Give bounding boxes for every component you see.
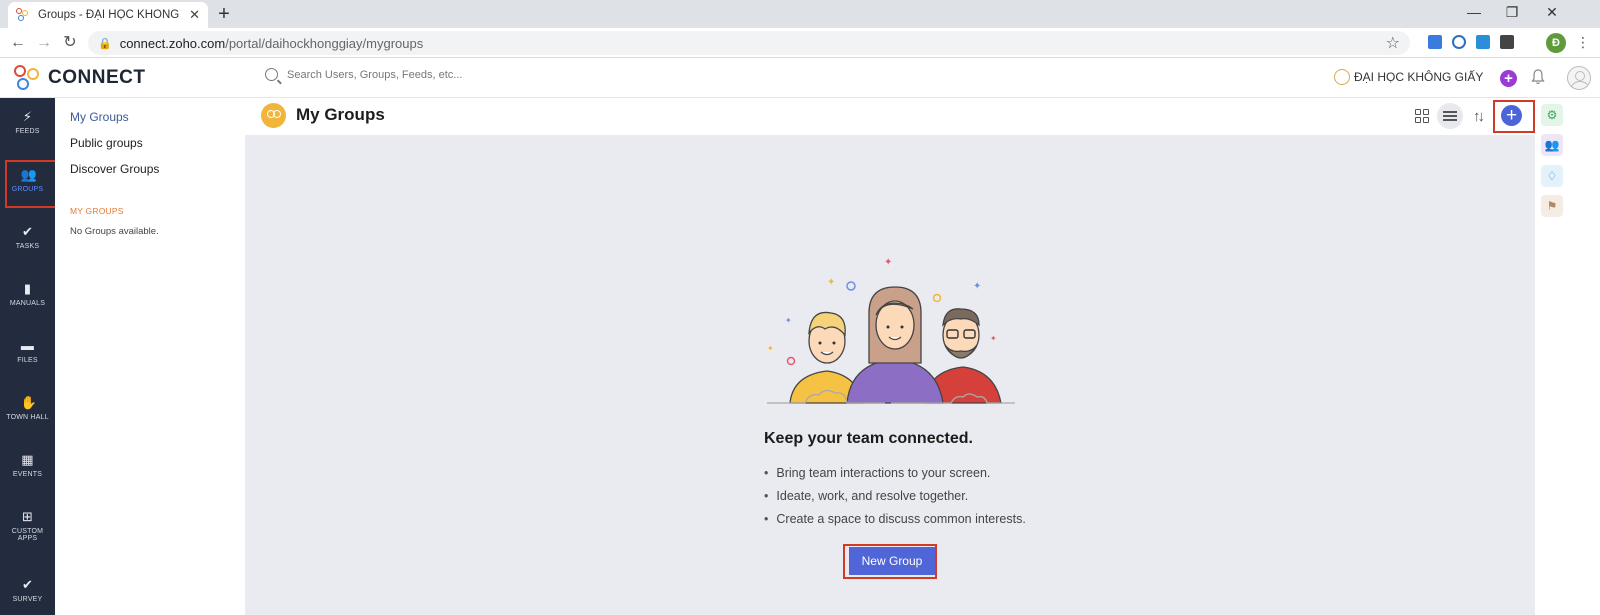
zoho-favicon-icon — [16, 8, 30, 22]
feature-bullet: Ideate, work, and resolve together. — [764, 489, 1026, 512]
restore-icon[interactable]: ❐ — [1502, 4, 1522, 21]
grid-view-icon[interactable] — [1415, 109, 1429, 123]
drop-extension-icon[interactable] — [1476, 35, 1490, 49]
notes-extension-icon[interactable] — [1500, 35, 1514, 49]
check-circle-icon: ✔ — [21, 224, 34, 239]
reload-icon[interactable]: ↻ — [60, 33, 80, 53]
global-search[interactable]: Search Users, Groups, Feeds, etc... — [265, 68, 462, 81]
forward-icon[interactable]: → — [34, 33, 54, 53]
nav-label: TOWN HALL — [6, 414, 49, 421]
groups-title-icon — [261, 103, 286, 128]
folder-icon: ▬ — [20, 338, 35, 353]
browser-menu-icon[interactable]: ⋮ — [1576, 34, 1590, 51]
svg-text:✦: ✦ — [990, 334, 997, 343]
browser-tab[interactable]: Groups - ĐẠI HỌC KHÔNG GIẤY ✕ — [8, 2, 208, 28]
bolt-icon: ⚡ — [22, 109, 33, 124]
groups-subnav: My Groups Public groups Discover Groups … — [55, 98, 245, 615]
flag-icon[interactable]: ⚑ — [1541, 195, 1563, 217]
url-host: connect.zoho.com — [119, 35, 226, 51]
list-view-icon[interactable] — [1437, 103, 1463, 129]
svg-text:✦: ✦ — [827, 277, 835, 288]
nav-label: TASKS — [15, 243, 40, 250]
nav-item-tasks[interactable]: ✔ TASKS — [0, 224, 55, 251]
nav-item-feeds[interactable]: ⚡ FEEDS — [0, 109, 55, 136]
nav-label: MANUALS — [9, 300, 46, 307]
highlight-add-box — [1493, 100, 1535, 133]
gear-extension-icon[interactable] — [1452, 35, 1466, 49]
feature-list: Bring team interactions to your screen. … — [764, 466, 1026, 535]
subnav-discover-groups[interactable]: Discover Groups — [70, 162, 159, 176]
apps-icon: ⊞ — [21, 509, 34, 524]
empty-state: ✦ ✦ ✦ ✦ ✦ ✦ Keep your team connected. Br… — [245, 135, 1535, 615]
org-switcher[interactable]: ĐẠI HỌC KHÔNG GIẤY — [1334, 69, 1483, 85]
window-close-icon[interactable]: ✕ — [1542, 4, 1562, 21]
subnav-public-groups[interactable]: Public groups — [70, 136, 143, 150]
settings-gear-icon[interactable]: ⚙ — [1541, 104, 1563, 126]
nav-item-survey[interactable]: ✔ SURVEY — [0, 577, 55, 604]
browser-tabstrip: Groups - ĐẠI HỌC KHÔNG GIẤY ✕ + — ❐ ✕ — [0, 0, 1600, 28]
svg-text:✦: ✦ — [973, 281, 981, 292]
nav-label: FILES — [17, 357, 38, 364]
page-title: My Groups — [296, 105, 385, 124]
org-name: ĐẠI HỌC KHÔNG GIẤY — [1354, 70, 1484, 84]
manual-icon: ▮ — [23, 281, 32, 296]
browser-profile-avatar[interactable]: Đ — [1546, 33, 1566, 53]
calendar-icon: ▦ — [21, 452, 34, 467]
app-header: CONNECT Search Users, Groups, Feeds, etc… — [0, 58, 1600, 98]
logo-text: CONNECT — [48, 67, 146, 88]
page-header: My Groups ↑↓ + — [245, 98, 1535, 135]
lock-icon: 🔒 — [98, 37, 112, 50]
nav-item-manuals[interactable]: ▮ MANUALS — [0, 281, 55, 308]
team-illustration: ✦ ✦ ✦ ✦ ✦ ✦ — [767, 257, 1015, 404]
translate-extension-icon[interactable] — [1428, 35, 1442, 49]
nav-label-line2: APPS — [17, 535, 38, 542]
address-bar[interactable]: 🔒 connect.zoho.com/portal/daihockhonggia… — [88, 31, 1410, 55]
survey-icon: ✔ — [21, 577, 34, 592]
empty-state-headline: Keep your team connected. — [764, 430, 973, 447]
back-icon[interactable]: ← — [8, 33, 28, 53]
browser-toolbar: ← → ↻ 🔒 connect.zoho.com/portal/daihockh… — [0, 28, 1600, 58]
feature-bullet: Bring team interactions to your screen. — [764, 466, 1026, 489]
new-tab-icon[interactable]: + — [214, 4, 234, 24]
nav-item-custom-apps[interactable]: ⊞ CUSTOM APPS — [0, 509, 55, 543]
nav-label: SURVEY — [12, 596, 43, 603]
quick-create-plus-icon[interactable]: + — [1500, 70, 1517, 87]
connect-logo-icon — [14, 65, 42, 91]
nav-item-files[interactable]: ▬ FILES — [0, 338, 55, 365]
sort-icon[interactable]: ↑↓ — [1473, 108, 1485, 125]
feature-bullet: Create a space to discuss common interes… — [764, 512, 1025, 535]
minimize-icon[interactable]: — — [1464, 4, 1484, 20]
no-groups-text: No Groups available. — [70, 226, 159, 237]
integration-icon[interactable]: ♢ — [1541, 165, 1563, 187]
bell-icon[interactable] — [1531, 69, 1545, 85]
nav-item-events[interactable]: ▦ EVENTS — [0, 452, 55, 479]
nav-label: CUSTOM — [11, 528, 44, 535]
search-icon — [265, 68, 278, 81]
svg-text:✦: ✦ — [785, 316, 792, 325]
org-logo-icon — [1334, 69, 1350, 85]
svg-text:✦: ✦ — [884, 257, 892, 268]
nav-item-town-hall[interactable]: ✋ TOWN HALL — [0, 395, 55, 422]
members-icon[interactable]: 👥 — [1541, 134, 1563, 156]
highlight-new-group-box — [843, 544, 937, 579]
hand-icon: ✋ — [20, 395, 37, 410]
user-avatar[interactable] — [1567, 66, 1591, 90]
nav-label: EVENTS — [12, 471, 43, 478]
nav-label: FEEDS — [15, 128, 40, 135]
my-groups-section-title: MY GROUPS — [70, 206, 124, 216]
url-path: /portal/daihockhonggiay/mygroups — [225, 35, 424, 51]
search-placeholder: Search Users, Groups, Feeds, etc... — [287, 68, 463, 81]
tab-title: Groups - ĐẠI HỌC KHÔNG GIẤY — [38, 9, 183, 21]
subnav-my-groups[interactable]: My Groups — [70, 110, 129, 124]
tab-close-icon[interactable]: ✕ — [189, 7, 200, 23]
connect-logo[interactable]: CONNECT — [14, 65, 145, 91]
right-rail: ⚙ 👥 ♢ ⚑ — [1535, 98, 1600, 615]
svg-text:✦: ✦ — [767, 344, 774, 353]
bookmark-star-icon[interactable]: ☆ — [1386, 33, 1400, 53]
